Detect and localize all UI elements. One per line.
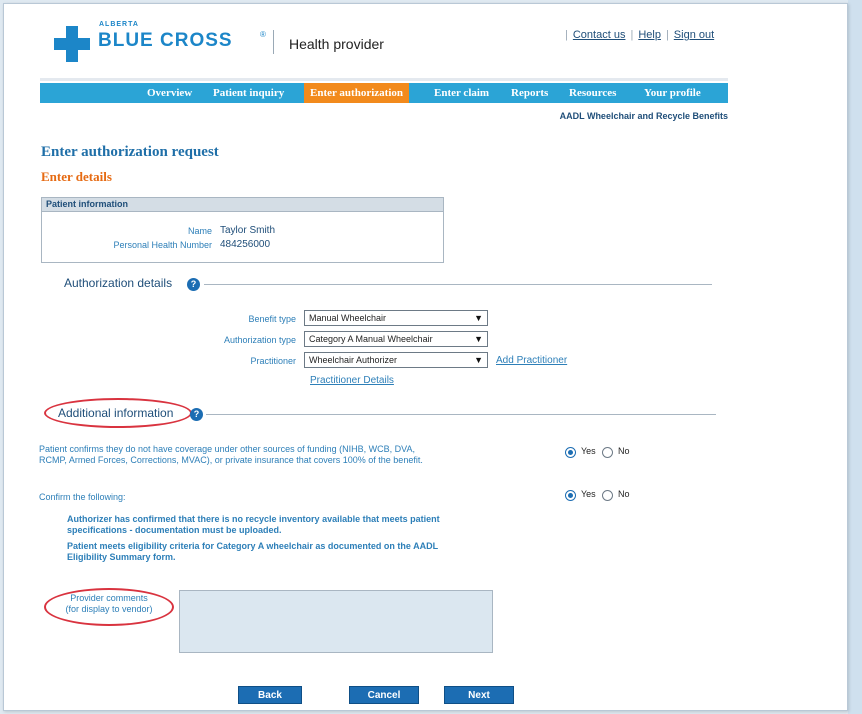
nav-item-resources[interactable]: Resources [563,83,622,103]
top-links: | Contact us | Help | Sign out [565,29,715,41]
additional-information-title: Additional information [58,406,174,420]
nav-item-enter-claim[interactable]: Enter claim [428,83,495,103]
patient-name-label: Name [187,226,212,236]
page-title: Enter authorization request [41,144,219,160]
funding-yes-radio[interactable] [565,447,576,458]
patient-name-value: Taylor Smith [220,225,276,236]
blue-cross-logo-icon [54,26,90,62]
practitioner-value: Wheelchair Authorizer [309,355,398,365]
authorization-type-label: Authorization type [223,335,296,345]
confirm-no-label: No [618,489,630,499]
confirm-yes-label: Yes [581,489,596,499]
portal-title: Health provider [289,36,384,52]
patient-info-header: Patient information [42,198,443,212]
help-link[interactable]: Help [638,29,661,41]
funding-no-radio[interactable] [602,447,613,458]
authorization-details-title: Authorization details [64,276,173,290]
logo-brand-text: BLUE CROSS [98,30,233,51]
section-divider [204,284,712,285]
nav-item-overview[interactable]: Overview [141,83,198,103]
chevron-down-icon: ▼ [474,313,483,323]
add-practitioner-link[interactable]: Add Practitioner [496,355,567,366]
section-divider [206,414,716,415]
main-nav: Overview Patient inquiry Enter authoriza… [40,83,728,103]
phn-value: 484256000 [220,239,271,250]
provider-comments-textarea[interactable] [179,590,493,653]
practitioner-select[interactable]: Wheelchair Authorizer ▼ [304,352,488,368]
logo-registered-mark: ® [260,30,266,39]
program-subtitle: AADL Wheelchair and Recycle Benefits [559,111,728,121]
benefit-type-label: Benefit type [248,314,296,324]
next-button[interactable]: Next [444,686,514,704]
back-button[interactable]: Back [238,686,302,704]
confirm-statement-recycle: Authorizer has confirmed that there is n… [67,514,440,535]
funding-question: Patient confirms they do not have covera… [39,444,423,465]
page-frame: ALBERTA BLUE CROSS ® Health provider | Co… [3,3,848,711]
chevron-down-icon: ▼ [474,334,483,344]
confirm-yes-radio[interactable] [565,490,576,501]
nav-item-your-profile[interactable]: Your profile [638,83,707,103]
nav-item-reports[interactable]: Reports [505,83,554,103]
authorization-type-select[interactable]: Category A Manual Wheelchair ▼ [304,331,488,347]
nav-item-patient-inquiry[interactable]: Patient inquiry [207,83,290,103]
confirm-no-radio[interactable] [602,490,613,501]
sign-out-link[interactable]: Sign out [674,29,714,41]
page-scroll-margin [848,0,862,714]
practitioner-details-link[interactable]: Practitioner Details [310,375,394,386]
benefit-type-select[interactable]: Manual Wheelchair ▼ [304,310,488,326]
funding-no-label: No [618,446,630,456]
benefit-type-value: Manual Wheelchair [309,313,387,323]
logo-divider [273,30,274,54]
patient-info-box: Patient information Name Taylor Smith Pe… [41,197,444,263]
phn-label: Personal Health Number [113,240,212,250]
cancel-button[interactable]: Cancel [349,686,419,704]
logo-alberta-text: ALBERTA [99,21,139,28]
provider-comments-label: Provider comments (for display to vendor… [65,593,153,614]
confirm-question: Confirm the following: [39,492,126,502]
nav-item-enter-authorization[interactable]: Enter authorization [304,83,409,103]
help-icon[interactable]: ? [190,408,203,421]
contact-us-link[interactable]: Contact us [573,29,626,41]
authorization-type-value: Category A Manual Wheelchair [309,334,433,344]
nav-top-line [40,78,728,81]
chevron-down-icon: ▼ [474,355,483,365]
funding-yes-label: Yes [581,446,596,456]
confirm-statement-eligibility: Patient meets eligibility criteria for C… [67,541,439,562]
page-subtitle: Enter details [41,169,112,184]
practitioner-label: Practitioner [250,356,296,366]
help-icon[interactable]: ? [187,278,200,291]
